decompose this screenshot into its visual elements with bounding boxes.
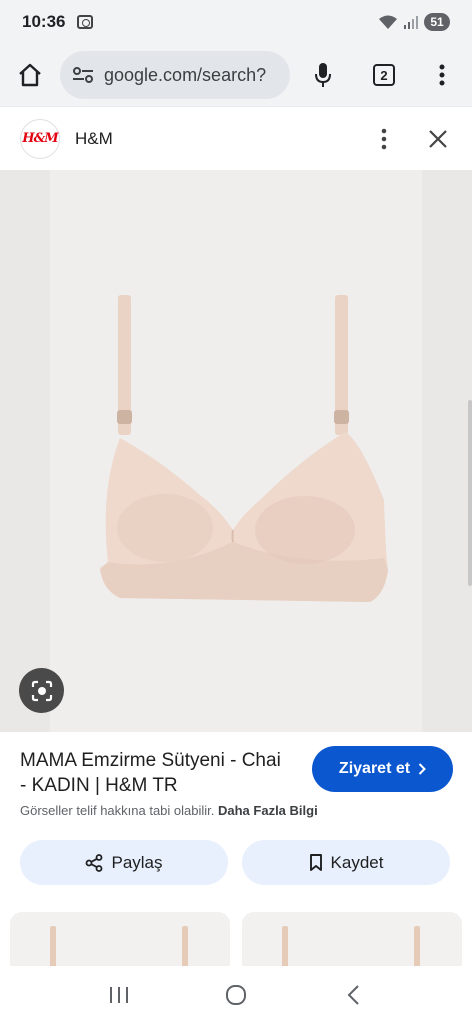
status-time: 10:36 xyxy=(22,12,66,31)
more-info-link[interactable]: Daha Fazla Bilgi xyxy=(218,803,318,818)
tab-switcher-button[interactable]: 2 xyxy=(354,44,414,106)
source-header: H&M H&M xyxy=(0,106,472,170)
recents-icon xyxy=(109,987,128,1003)
mic-icon xyxy=(315,63,331,87)
home-icon xyxy=(19,63,41,87)
logo-text: H&M xyxy=(22,131,58,146)
close-button[interactable] xyxy=(404,107,472,171)
home-circle-icon xyxy=(225,985,246,1005)
tab-count: 2 xyxy=(373,64,395,86)
source-name[interactable]: H&M xyxy=(75,129,113,149)
lens-button[interactable] xyxy=(19,668,64,713)
product-title[interactable]: MAMA Emzirme Sütyeni - Chai - KADIN | H&… xyxy=(20,748,290,798)
more-vert-icon xyxy=(439,64,445,86)
browser-toolbar: google.com/search? 2 xyxy=(0,44,472,106)
browser-menu-button[interactable] xyxy=(414,44,470,106)
back-icon xyxy=(347,985,360,1005)
chevron-right-icon xyxy=(418,763,426,775)
battery-badge: 51 xyxy=(424,13,450,31)
result-info: MAMA Emzirme Sütyeni - Chai - KADIN | H&… xyxy=(0,732,472,832)
visit-label: Ziyaret et xyxy=(338,760,411,777)
tune-icon[interactable] xyxy=(70,66,96,84)
back-button[interactable] xyxy=(323,966,383,1024)
save-label: Kaydet xyxy=(330,852,384,872)
voice-search-button[interactable] xyxy=(292,44,354,106)
url-text: google.com/search? xyxy=(104,64,267,85)
close-icon xyxy=(429,129,447,148)
source-logo[interactable]: H&M xyxy=(20,118,60,159)
wifi-icon xyxy=(378,14,398,30)
product-photo xyxy=(100,295,388,602)
scrollbar-thumb[interactable] xyxy=(468,400,472,586)
copyright-text: Görseller telif hakkına tabi olabilir. xyxy=(20,803,215,818)
screenshot-icon xyxy=(77,15,94,29)
system-nav-bar xyxy=(0,966,472,1024)
home-nav-button[interactable] xyxy=(206,966,266,1024)
share-icon xyxy=(86,853,103,872)
home-button[interactable] xyxy=(0,44,60,106)
copyright-notice: Görseller telif hakkına tabi olabilir. D… xyxy=(20,803,318,818)
status-bar: 10:36 51 xyxy=(0,0,472,44)
status-icons: 51 xyxy=(378,13,450,31)
share-label: Paylaş xyxy=(111,852,163,872)
save-button[interactable]: Kaydet xyxy=(242,840,450,885)
bookmark-icon xyxy=(309,853,322,871)
source-more-button[interactable] xyxy=(364,119,404,159)
visit-button[interactable]: Ziyaret et xyxy=(312,746,453,792)
more-vert-icon xyxy=(381,128,387,149)
signal-icon xyxy=(404,15,418,29)
product-image[interactable] xyxy=(0,170,472,732)
recents-button[interactable] xyxy=(89,966,149,1024)
address-bar[interactable]: google.com/search? xyxy=(60,51,290,99)
lens-icon xyxy=(31,680,52,701)
share-button[interactable]: Paylaş xyxy=(20,840,228,885)
